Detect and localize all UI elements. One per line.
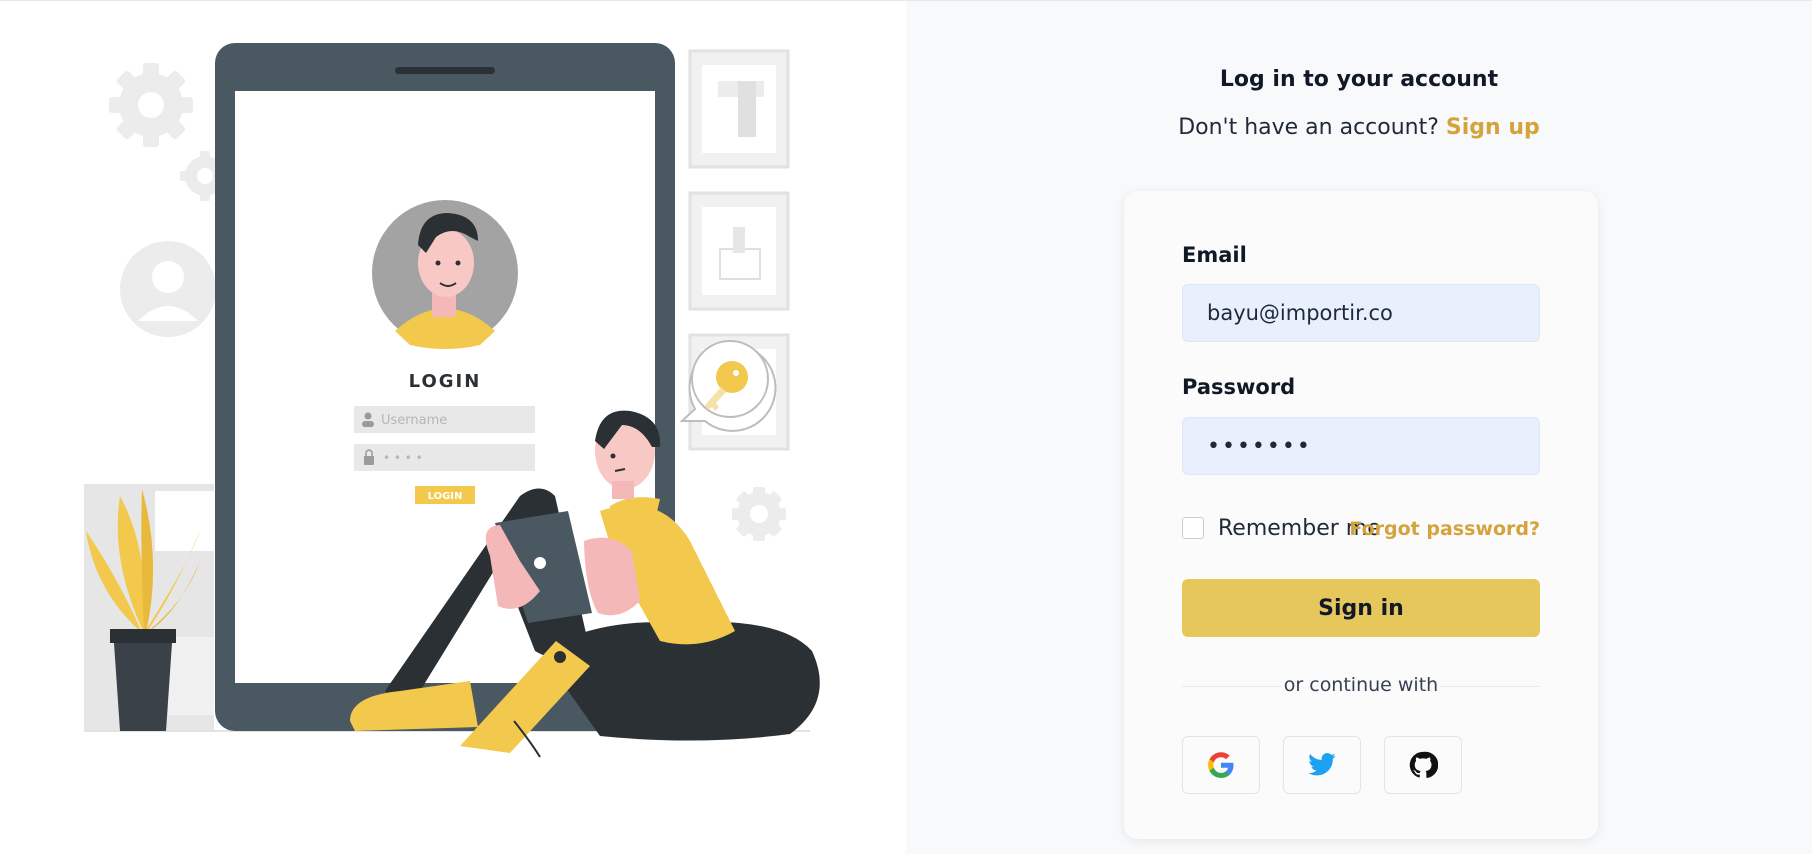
remember-row: Remember me Forgot password? [1182, 514, 1540, 544]
illustration-panel: LOGIN Username • • • • LOGIN [0, 1, 906, 854]
gear-icon [109, 63, 193, 147]
user-avatar-icon [120, 241, 216, 337]
login-panel: Log in to your account Don't have an acc… [906, 1, 1812, 854]
illustration-password-mask: • • • • [383, 451, 423, 465]
twitter-icon [1308, 753, 1336, 776]
continue-with-divider: or continue with [1283, 674, 1439, 696]
email-field[interactable] [1182, 284, 1540, 342]
password-label: Password [1182, 375, 1296, 399]
google-icon [1208, 752, 1234, 778]
github-icon [1409, 751, 1438, 778]
sign-in-button[interactable]: Sign in [1182, 579, 1540, 637]
password-field[interactable] [1182, 417, 1540, 475]
twitter-login-button[interactable] [1283, 736, 1361, 794]
forgot-password-link[interactable]: Forgot password? [1349, 518, 1540, 540]
wall-frame [688, 49, 790, 169]
illustration-username-placeholder: Username [381, 413, 447, 428]
signup-prompt-text: Don't have an account? [1178, 115, 1439, 140]
gear-icon [732, 487, 786, 541]
page-title: Log in to your account [1219, 67, 1499, 92]
illustration-login-button: LOGIN [428, 491, 463, 502]
wall-frame [688, 191, 790, 311]
signup-link[interactable]: Sign up [1446, 115, 1540, 140]
login-illustration: LOGIN Username • • • • LOGIN [84, 43, 820, 758]
google-login-button[interactable] [1182, 736, 1260, 794]
github-login-button[interactable] [1384, 736, 1462, 794]
signup-prompt: Don't have an account? Sign up [906, 115, 1812, 140]
remember-me-checkbox[interactable] [1182, 517, 1204, 539]
email-label: Email [1182, 243, 1247, 267]
login-card: Email Password Remember me Forgot passwo… [1124, 191, 1598, 839]
illustration-login-title: LOGIN [409, 371, 482, 392]
